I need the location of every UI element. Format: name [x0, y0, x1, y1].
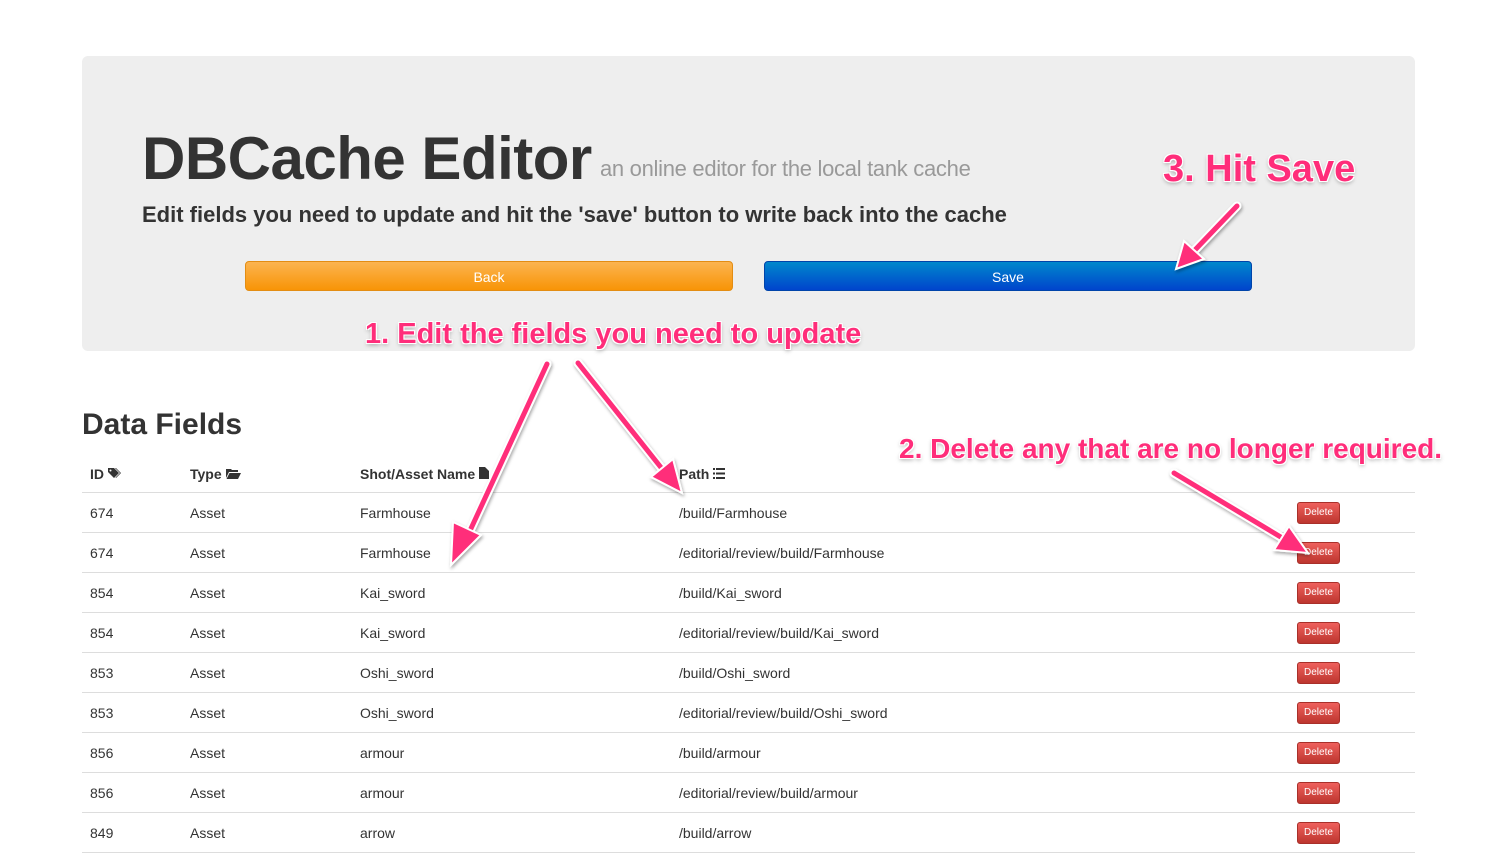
annotation-step-1: 1. Edit the fields you need to update: [365, 318, 862, 350]
delete-button[interactable]: Delete: [1297, 661, 1340, 684]
type-cell[interactable]: Asset: [182, 572, 352, 613]
save-button[interactable]: Save: [764, 261, 1252, 291]
id-cell[interactable]: 674: [82, 532, 182, 573]
actions-cell: Delete: [1287, 492, 1415, 533]
app-subtitle: an online editor for the local tank cach…: [600, 156, 971, 181]
name-cell[interactable]: Kai_sword: [352, 612, 671, 653]
table-row: 854 Asset Kai_sword/editorial/review/build…: [82, 612, 1415, 653]
instructions-text: Edit fields you need to update and hit t…: [142, 202, 1007, 227]
column-header-type[interactable]: Type: [182, 455, 352, 493]
type-cell[interactable]: Asset: [182, 612, 352, 653]
list-icon: [713, 467, 726, 482]
delete-button[interactable]: Delete: [1297, 621, 1340, 644]
table-row: 674 Asset Farmhouse/editorial/review/build…: [82, 532, 1415, 573]
table-row: 856 Asset armour/build/armour Delete: [82, 732, 1415, 773]
tags-icon: [108, 467, 121, 482]
name-cell[interactable]: arrow: [352, 812, 671, 853]
table-row: 674 Asset Farmhouse/build/Farmhouse Delete: [82, 492, 1415, 533]
path-cell[interactable]: /build/Oshi_sword: [671, 652, 1287, 693]
app-title: DBCache Editor: [142, 125, 592, 192]
type-cell[interactable]: Asset: [182, 532, 352, 573]
annotation-step-3: 3. Hit Save: [1163, 148, 1356, 190]
id-cell[interactable]: 674: [82, 492, 182, 533]
delete-button[interactable]: Delete: [1297, 781, 1340, 804]
column-header-label: ID: [90, 465, 104, 482]
name-cell[interactable]: armour: [352, 732, 671, 773]
annotation-step-2: 2. Delete any that are no longer require…: [899, 433, 1443, 464]
column-header-name[interactable]: Shot/Asset Name: [352, 455, 671, 493]
path-cell[interactable]: /editorial/review/build/Kai_sword: [671, 612, 1287, 653]
hero-banner: DBCache Editor an online editor for the …: [82, 56, 1415, 351]
type-cell[interactable]: Asset: [182, 652, 352, 693]
name-cell[interactable]: armour: [352, 772, 671, 813]
name-cell[interactable]: Farmhouse: [352, 532, 671, 573]
table-row: 849 Asset arrow/build/arrow Delete: [82, 812, 1415, 853]
actions-cell: Delete: [1287, 812, 1415, 853]
path-cell[interactable]: /build/Farmhouse: [671, 492, 1287, 533]
column-header-label: Type: [190, 465, 222, 482]
table-row: 856 Asset armour/editorial/review/build/ar…: [82, 772, 1415, 813]
actions-cell: Delete: [1287, 532, 1415, 573]
type-cell[interactable]: Asset: [182, 692, 352, 733]
path-cell[interactable]: /build/Kai_sword: [671, 572, 1287, 613]
column-header-label: Path: [679, 465, 710, 482]
delete-button[interactable]: Delete: [1297, 741, 1340, 764]
delete-button[interactable]: Delete: [1297, 701, 1340, 724]
delete-button[interactable]: Delete: [1297, 581, 1340, 604]
back-button[interactable]: Back: [245, 261, 733, 291]
name-cell[interactable]: Oshi_sword: [352, 692, 671, 733]
path-cell[interactable]: /editorial/review/build/Farmhouse: [671, 532, 1287, 573]
delete-button[interactable]: Delete: [1297, 821, 1340, 844]
section-title: Data Fields: [82, 408, 243, 441]
type-cell[interactable]: Asset: [182, 492, 352, 533]
type-cell[interactable]: Asset: [182, 812, 352, 853]
table-row: 854 Asset Kai_sword/build/Kai_sword Delete: [82, 572, 1415, 613]
name-cell[interactable]: Farmhouse: [352, 492, 671, 533]
id-cell[interactable]: 853: [82, 692, 182, 733]
id-cell[interactable]: 849: [82, 812, 182, 853]
delete-button[interactable]: Delete: [1297, 541, 1340, 564]
path-cell[interactable]: /editorial/review/build/Oshi_sword: [671, 692, 1287, 733]
type-cell[interactable]: Asset: [182, 772, 352, 813]
actions-cell: Delete: [1287, 772, 1415, 813]
path-cell[interactable]: /build/arrow: [671, 812, 1287, 853]
name-cell[interactable]: Oshi_sword: [352, 652, 671, 693]
id-cell[interactable]: 854: [82, 572, 182, 613]
id-cell[interactable]: 856: [82, 772, 182, 813]
column-header-id[interactable]: ID: [82, 455, 182, 493]
name-cell[interactable]: Kai_sword: [352, 572, 671, 613]
file-icon: [479, 466, 490, 482]
id-cell[interactable]: 856: [82, 732, 182, 773]
table-row: 853 Asset Oshi_sword/build/Oshi_sword Delet…: [82, 652, 1415, 693]
actions-cell: Delete: [1287, 612, 1415, 653]
actions-cell: Delete: [1287, 572, 1415, 613]
path-cell[interactable]: /editorial/review/build/armour: [671, 772, 1287, 813]
actions-cell: Delete: [1287, 652, 1415, 693]
actions-cell: Delete: [1287, 732, 1415, 773]
delete-button[interactable]: Delete: [1297, 501, 1340, 524]
folder-open-icon: [225, 468, 241, 482]
table-body: 674 Asset Farmhouse/build/Farmhouse Delete 6…: [82, 492, 1415, 853]
actions-cell: Delete: [1287, 692, 1415, 733]
path-cell[interactable]: /build/armour: [671, 732, 1287, 773]
type-cell[interactable]: Asset: [182, 732, 352, 773]
id-cell[interactable]: 853: [82, 652, 182, 693]
table-row: 853 Asset Oshi_sword/editorial/review/buil…: [82, 692, 1415, 733]
data-fields-table: ID Type Shot/Asset Name Path 674 Asset F…: [82, 455, 1415, 853]
id-cell[interactable]: 854: [82, 612, 182, 653]
column-header-label: Shot/Asset Name: [360, 465, 476, 482]
